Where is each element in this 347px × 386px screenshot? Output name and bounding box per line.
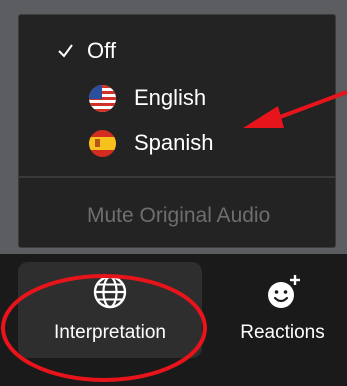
meeting-toolbar: Interpretation Reactions [0,254,347,386]
menu-item-spanish[interactable]: Spanish [19,123,335,163]
menu-item-spanish-label: Spanish [134,130,214,155]
mute-original-audio-item[interactable]: Mute Original Audio [19,198,335,234]
interpretation-button[interactable]: Interpretation [18,262,202,358]
reactions-label: Reactions [240,322,325,343]
menu-item-off-label: Off [87,38,116,63]
add-emoji-icon [267,275,300,308]
reactions-button[interactable]: Reactions [218,262,347,358]
menu-item-english-label: English [134,85,207,110]
interpretation-label: Interpretation [54,322,166,343]
spain-flag-icon [89,130,116,157]
interpretation-menu: Off English Spanish Mute Original Audio [18,14,336,248]
menu-divider [19,176,335,178]
menu-item-off[interactable]: Off [19,31,335,71]
us-flag-icon [89,85,116,112]
globe-icon [93,275,127,309]
screenshot-frame: Off English Spanish Mute Original Audio … [0,0,347,386]
checkmark-icon [58,44,73,58]
menu-item-english[interactable]: English [19,78,335,118]
